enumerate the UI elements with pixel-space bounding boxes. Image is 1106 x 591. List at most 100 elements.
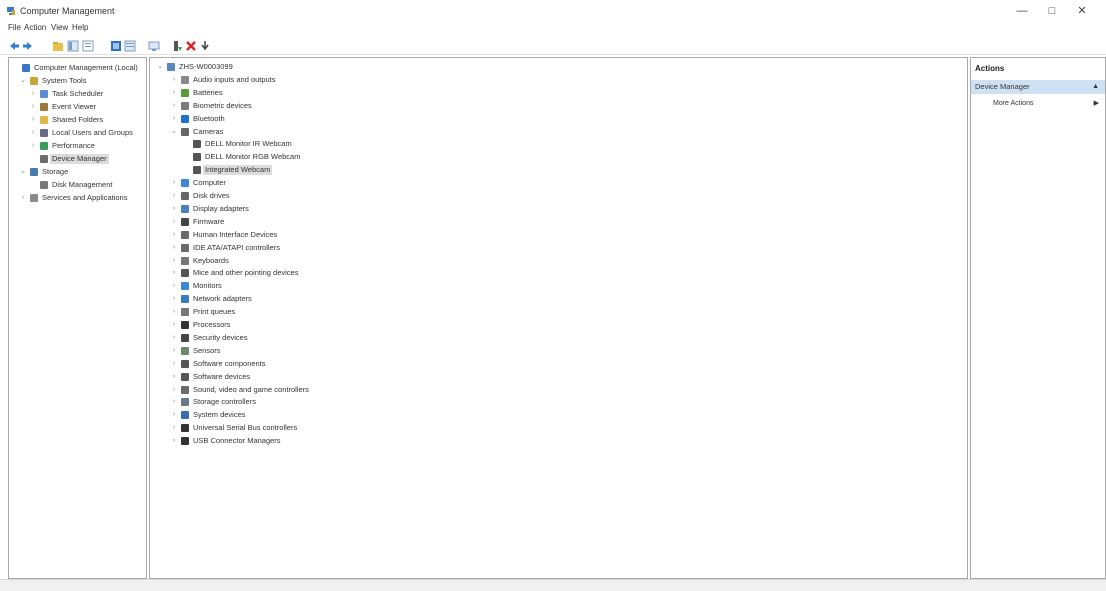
device-item-label: Firmware — [193, 216, 225, 226]
expand-chevron-icon[interactable]: › — [170, 281, 178, 291]
up-folder-icon[interactable] — [52, 40, 64, 52]
tools-icon — [30, 77, 38, 85]
expand-chevron-icon[interactable]: › — [170, 346, 178, 356]
expand-chevron-icon[interactable]: › — [170, 294, 178, 304]
expand-chevron-icon[interactable]: › — [170, 333, 178, 343]
device-item-label: Mice and other pointing devices — [193, 268, 299, 278]
expand-chevron-icon[interactable]: › — [170, 436, 178, 446]
expand-chevron-icon[interactable]: › — [19, 193, 27, 203]
show-hide-tree-icon[interactable] — [67, 40, 79, 52]
expand-chevron-icon[interactable]: › — [170, 101, 178, 111]
device-item-label: Integrated Webcam — [203, 165, 273, 176]
expand-chevron-icon[interactable]: › — [170, 191, 178, 201]
nav-item-label: Storage — [42, 167, 69, 176]
collapse-arrow-icon[interactable]: ▲ — [1092, 80, 1099, 94]
expand-chevron-icon[interactable]: › — [170, 268, 178, 278]
device-item-label: Software components — [193, 358, 266, 368]
sensor-icon — [181, 346, 189, 355]
device-item-label: ZHS-W0003099 — [179, 62, 233, 71]
maximize-button[interactable]: □ — [1042, 4, 1062, 18]
expand-chevron-icon[interactable]: › — [170, 423, 178, 433]
expand-chevron-icon[interactable]: › — [170, 307, 178, 317]
expand-chevron-icon[interactable]: ⌄ — [156, 62, 164, 72]
view-icon[interactable] — [124, 40, 136, 52]
nav-item-label: Performance — [52, 141, 95, 150]
uninstall-icon[interactable] — [186, 40, 196, 52]
actions-pane: Actions Device Manager ▲ More Actions ▶ — [970, 57, 1106, 579]
expand-chevron-icon[interactable]: › — [170, 204, 178, 214]
device-item-label: Biometric devices — [193, 100, 252, 110]
expand-chevron-icon[interactable]: › — [170, 410, 178, 420]
forward-icon[interactable] — [22, 40, 34, 52]
device-item-label: Computer — [193, 178, 226, 188]
minimize-button[interactable]: — — [1012, 4, 1032, 18]
device-tree[interactable]: ⌄ ZHS-W0003099 › Audio inputs and outputs › B… — [149, 57, 968, 579]
webcam-icon — [193, 140, 201, 149]
expand-chevron-icon[interactable]: › — [170, 372, 178, 382]
expand-chevron-icon[interactable]: › — [170, 385, 178, 395]
window-title: Computer Management — [20, 6, 115, 16]
navigation-tree[interactable]: Computer Management (Local) ⌄ System Tools… — [8, 57, 147, 579]
expand-chevron-icon[interactable]: › — [170, 230, 178, 240]
update-driver-icon[interactable] — [172, 40, 182, 52]
device-item-label: Security devices — [193, 332, 248, 342]
expand-chevron-icon[interactable]: › — [170, 114, 178, 124]
device-item-label: Batteries — [193, 87, 223, 97]
actions-device-manager-section[interactable]: Device Manager ▲ — [971, 80, 1105, 94]
display-adapter-icon — [181, 204, 189, 213]
expand-chevron-icon[interactable]: › — [170, 75, 178, 85]
expand-chevron-icon[interactable]: › — [29, 141, 37, 151]
expand-chevron-icon[interactable]: › — [29, 128, 37, 138]
menu-view[interactable]: View — [51, 23, 68, 32]
system-device-icon — [181, 411, 189, 420]
nav-item-label: Local Users and Groups — [52, 128, 133, 137]
nav-item-label: Services and Applications — [42, 193, 128, 202]
device-item-label: Print queues — [193, 307, 236, 317]
device-item-label: Storage controllers — [193, 397, 256, 407]
biometric-icon — [181, 101, 189, 110]
expand-chevron-icon[interactable]: › — [29, 89, 37, 99]
submenu-arrow-icon: ▶ — [1093, 100, 1099, 107]
expand-chevron-icon[interactable]: › — [170, 88, 178, 98]
expand-chevron-icon[interactable]: › — [29, 115, 37, 125]
firmware-icon — [181, 217, 189, 226]
expand-chevron-icon[interactable]: ⌄ — [19, 76, 27, 86]
users-icon — [40, 129, 48, 137]
expand-chevron-icon[interactable]: › — [29, 102, 37, 112]
enable-device-icon[interactable] — [200, 40, 210, 52]
help-icon[interactable] — [110, 40, 122, 52]
device-item-label: Universal Serial Bus controllers — [193, 423, 298, 433]
device-manager-icon — [40, 155, 48, 163]
more-actions-item[interactable]: More Actions ▶ — [993, 98, 1105, 110]
actions-header: Actions — [975, 64, 1005, 73]
disk-drive-icon — [181, 192, 189, 200]
ide-icon — [181, 243, 189, 252]
expand-chevron-icon[interactable]: › — [170, 397, 178, 407]
nav-item-label: Task Scheduler — [52, 89, 104, 98]
storage-controller-icon — [181, 398, 189, 407]
device-item-label: Processors — [193, 320, 231, 329]
audio-icon — [181, 75, 189, 84]
back-icon[interactable] — [8, 40, 20, 52]
expand-chevron-icon[interactable]: ⌄ — [19, 167, 27, 177]
expand-chevron-icon[interactable]: ⌄ — [170, 127, 178, 137]
close-button[interactable]: ✕ — [1072, 4, 1092, 18]
expand-chevron-icon[interactable]: › — [170, 217, 178, 227]
title-bar: Computer Management — □ ✕ — [0, 0, 1106, 22]
computer-management-icon — [7, 7, 15, 15]
menu-file[interactable]: File — [8, 23, 21, 32]
computer-icon — [167, 63, 175, 71]
menu-action[interactable]: Action — [24, 23, 46, 32]
expand-chevron-icon[interactable]: › — [170, 359, 178, 369]
camera-icon — [181, 127, 189, 136]
expand-chevron-icon[interactable]: › — [170, 243, 178, 253]
device-item-label: Display adapters — [193, 203, 249, 213]
expand-chevron-icon[interactable]: › — [170, 320, 178, 330]
device-item-label: System devices — [193, 410, 246, 420]
expand-chevron-icon[interactable]: › — [170, 256, 178, 266]
expand-chevron-icon[interactable]: › — [170, 178, 178, 188]
properties-icon[interactable] — [82, 40, 94, 52]
scan-hardware-icon[interactable] — [148, 40, 160, 52]
device-item-label: Audio inputs and outputs — [193, 74, 276, 84]
menu-help[interactable]: Help — [72, 23, 88, 32]
